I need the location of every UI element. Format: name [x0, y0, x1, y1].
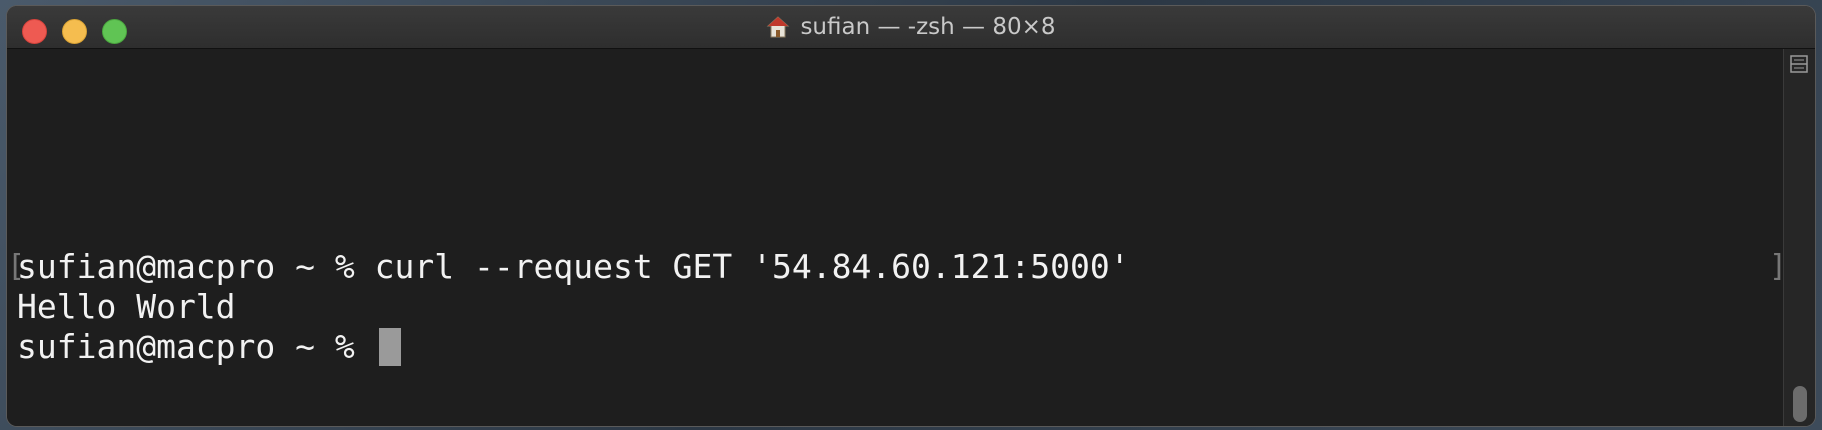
terminal-line-prompt: sufian@macpro ~ %: [17, 326, 401, 368]
title-bar[interactable]: sufian — -zsh — 80×8: [7, 6, 1815, 49]
text-cursor: [378, 327, 401, 366]
window-title: sufian — -zsh — 80×8: [7, 6, 1815, 48]
terminal-line-output: Hello World: [17, 287, 236, 326]
prompt-text: sufian@macpro ~ %: [17, 327, 375, 366]
terminal-window: sufian — -zsh — 80×8 [ sufian@macpro ~ %…: [7, 6, 1815, 426]
split-pane-icon[interactable]: [1790, 55, 1808, 73]
vertical-scrollbar[interactable]: [1783, 49, 1815, 426]
terminal-line-command: sufian@macpro ~ % curl --request GET '54…: [17, 247, 1130, 286]
terminal-content[interactable]: [ sufian@macpro ~ % curl --request GET '…: [7, 49, 1787, 426]
home-icon: [766, 15, 790, 39]
window-title-text: sufian — -zsh — 80×8: [800, 14, 1056, 40]
scrollbar-thumb[interactable]: [1793, 386, 1807, 422]
